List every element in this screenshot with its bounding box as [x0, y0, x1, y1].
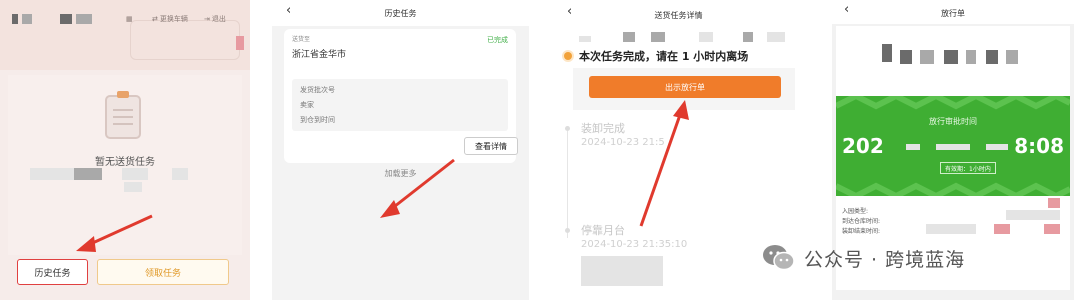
redacted-block: [124, 182, 142, 192]
redacted-block: [882, 44, 892, 62]
redacted-block: [944, 50, 958, 64]
completion-notice: 本次任务完成，请在 1 小时内离场: [579, 50, 749, 63]
redacted-block: [76, 14, 92, 24]
redacted-block: [936, 144, 970, 150]
redacted-block: [1044, 224, 1060, 234]
redacted-block: [74, 168, 102, 180]
history-screen: ‹ 历史任务 送货至 已完成 浙江省金华市 发货批次号 卖家 到仓到时间 查看详…: [272, 0, 529, 300]
redacted-block: [966, 50, 976, 64]
redacted-block: [926, 224, 976, 234]
info-row-arrival: 到仓到时间: [300, 116, 335, 124]
logout-label: 退出: [211, 15, 226, 23]
redacted-block: [900, 50, 912, 64]
tutorial-stage: ▦ ⇄ 更换车辆 ⇥ 退出 暂无送货任务 历史任务 领取任务 ‹ 历史任务 送货…: [0, 0, 1080, 300]
info-row-seller: 卖家: [300, 101, 314, 109]
load-more-link[interactable]: 加载更多: [272, 168, 529, 179]
page-title: 历史任务: [384, 9, 417, 18]
redacted-block: [172, 168, 188, 180]
redacted-block: [579, 36, 591, 42]
clipboard-line: [113, 116, 133, 118]
timeline-line: [567, 128, 568, 238]
redacted-block: [906, 144, 920, 150]
watermark: 公众号 · 跨境蓝海: [762, 240, 965, 276]
clipboard-clip-icon: [117, 91, 129, 98]
show-pass-button[interactable]: 出示放行单: [589, 76, 781, 98]
redacted-block: [767, 32, 785, 42]
redacted-block: [22, 14, 32, 24]
redacted-block: [12, 14, 18, 24]
timeline-dot: [565, 126, 570, 131]
clipboard-line: [113, 123, 133, 125]
wechat-logo-icon: [763, 245, 795, 271]
redacted-block: [699, 32, 713, 42]
logout-button[interactable]: ⇥ 退出: [204, 13, 226, 25]
watermark-text: 公众号 · 跨境蓝海: [804, 248, 966, 271]
destination-city: 浙江省金华市: [292, 50, 347, 60]
empty-state-text: 暂无送货任务: [95, 157, 155, 168]
home-screen: ▦ ⇄ 更换车辆 ⇥ 退出 暂无送货任务 历史任务 领取任务: [0, 0, 250, 300]
timeline-time: 2024-10-23 21:5: [581, 137, 665, 148]
pass-header: [836, 26, 1070, 96]
pass-approval-panel: 放行审批时间 202 8:08 有效期：1小时内: [836, 96, 1070, 196]
status-dot-icon: [564, 52, 572, 60]
redacted-block: [1006, 50, 1018, 64]
redacted-block: [743, 32, 753, 42]
redacted-block: [236, 36, 244, 50]
redacted-block: [1048, 198, 1060, 208]
history-task-card[interactable]: 送货至 已完成 浙江省金华市 发货批次号 卖家 到仓到时间 查看详情: [284, 29, 518, 163]
redacted-block: [122, 168, 148, 180]
info-entry-type: 入园类型:: [842, 208, 869, 215]
approval-time-label: 放行审批时间: [929, 117, 977, 126]
validity-badge: 有效期：1小时内: [940, 162, 996, 174]
info-row-batch: 发货批次号: [300, 86, 335, 94]
page-title: 送货任务详情: [654, 11, 703, 20]
page-title: 放行单: [941, 9, 965, 18]
clipboard-icon: [105, 91, 141, 139]
timeline-title: 停靠月台: [581, 224, 625, 237]
truck-illustration: [130, 20, 240, 60]
nav-bar: ‹ 放行单: [832, 0, 1074, 24]
status-badge: 已完成: [487, 36, 508, 44]
history-tasks-button[interactable]: 历史任务: [17, 259, 88, 285]
redacted-block: [994, 224, 1010, 234]
redacted-image: [581, 256, 663, 286]
clipboard-line: [113, 109, 133, 111]
nav-bar: ‹ 历史任务: [272, 0, 529, 26]
nav-bar: ‹ 送货任务详情: [553, 0, 804, 26]
redacted-block: [30, 168, 74, 180]
redacted-block: [986, 50, 998, 64]
task-info-box: 发货批次号 卖家 到仓到时间: [292, 79, 508, 131]
timeline-dot: [565, 228, 570, 233]
view-detail-button[interactable]: 查看详情: [464, 137, 518, 155]
redacted-block: [920, 50, 934, 64]
timeline-time: 2024-10-23 21:35:10: [581, 239, 688, 250]
timeline-title: 装卸完成: [581, 122, 625, 135]
approval-time-start: 202: [842, 134, 884, 158]
redacted-block: [623, 32, 635, 42]
info-arrival-time: 到达仓库时间:: [842, 218, 881, 225]
redacted-block: [651, 32, 665, 42]
claim-task-button[interactable]: 领取任务: [97, 259, 229, 285]
switch-vehicle-label: 更换车辆: [159, 15, 188, 23]
info-unload-end-time: 装卸结束时间:: [842, 228, 881, 235]
redacted-block: [986, 144, 1008, 150]
redacted-block: [1006, 210, 1060, 220]
redacted-block: [60, 14, 72, 24]
approval-time-end: 8:08: [1014, 134, 1064, 158]
scan-icon[interactable]: ▦: [126, 13, 133, 25]
destination-label: 送货至: [292, 36, 311, 43]
switch-vehicle-button[interactable]: ⇄ 更换车辆: [152, 13, 188, 25]
